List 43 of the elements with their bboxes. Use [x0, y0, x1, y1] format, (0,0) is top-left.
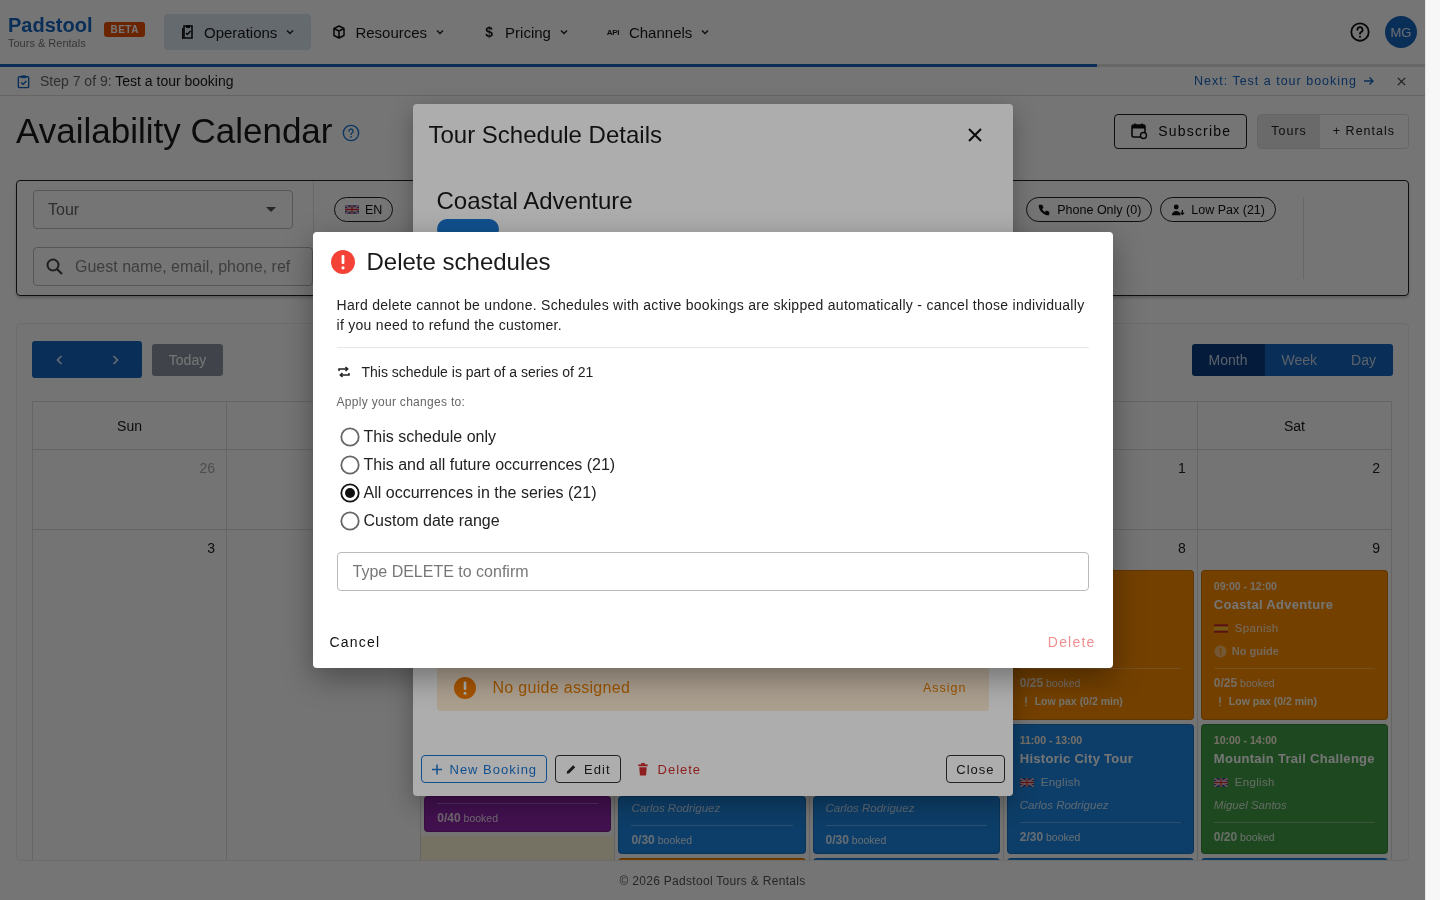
event-language: English	[1040, 776, 1081, 788]
glyph-icon: API	[604, 27, 621, 37]
booking-count: 0/25 booked	[1019, 677, 1081, 689]
event-time: 11:00 - 13:00	[1019, 734, 1083, 746]
event-title: Coastal Adventure	[1213, 597, 1334, 612]
warning-message: Hard delete cannot be undone. Schedules with active bookings are skipped automatically - cancel those individually if you need to refund the customer.	[336, 296, 1086, 335]
weekday-header-cell: Sat	[1197, 402, 1392, 450]
booking-count: 0/20 booked	[1213, 831, 1275, 843]
date-number: 8	[1178, 540, 1186, 556]
beta-badge: BETA	[104, 21, 145, 37]
event-language: Spanish	[1234, 622, 1279, 634]
event-time: 10:00 - 14:00	[1213, 734, 1277, 746]
dialog-title: Tour Schedule Details	[428, 121, 663, 149]
event-guide: No guide	[1231, 645, 1279, 657]
date-number: 3	[207, 540, 216, 556]
step-progress-text: Step 7 of 9: Test a tour booking	[40, 73, 234, 89]
page-title: Availability Calendar	[16, 111, 333, 151]
booking-count: 0/30 booked	[825, 834, 887, 846]
booking-count: 2/30 booked	[1019, 831, 1081, 843]
date-number: 1	[1178, 460, 1186, 476]
event-time: 09:00 - 12:00	[1213, 580, 1277, 592]
tagline: Tours & Rentals	[8, 36, 87, 50]
tour-name: Coastal Adventure	[436, 186, 634, 216]
glyph-icon: $	[481, 24, 498, 40]
event-language: English	[1234, 776, 1275, 788]
event-title: Historic City Tour	[1019, 751, 1134, 766]
event-warning: Low pax (0/2 min)	[1228, 695, 1317, 707]
weekday-header-cell: Sun	[33, 402, 228, 450]
series-note: This schedule is part of a series of 21	[361, 364, 594, 380]
event-guide: Carlos Rodriguez	[1019, 799, 1109, 811]
booking-count: 0/25 booked	[1213, 677, 1275, 689]
booking-count: 0/30 booked	[631, 834, 693, 846]
event-guide: Carlos Rodriguez	[825, 802, 915, 814]
booking-count: 0/40 booked	[437, 812, 498, 824]
apply-label: Apply your changes to:	[336, 394, 467, 410]
footer-copyright: © 2026 Padstool Tours & Rentals	[619, 873, 806, 888]
event-warning: Low pax (0/2 min)	[1034, 695, 1123, 707]
event-title: Mountain Trail Challenge	[1213, 751, 1375, 766]
date-number: 2	[1372, 460, 1380, 476]
dialog-title: Delete schedules	[366, 248, 551, 276]
event-guide: Carlos Rodriguez	[631, 802, 721, 814]
date-number: 9	[1372, 540, 1380, 556]
alert-text: No guide assigned	[492, 678, 632, 697]
